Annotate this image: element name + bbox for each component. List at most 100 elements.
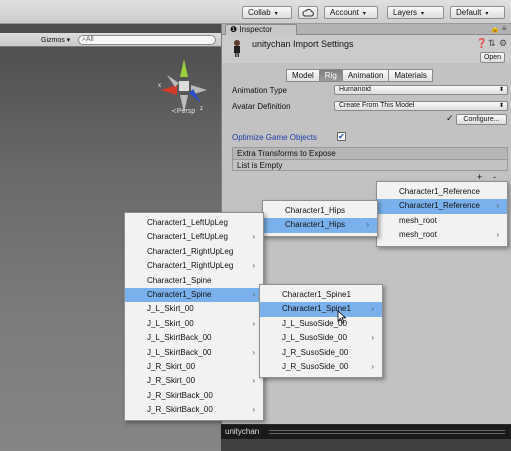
menu-item[interactable]: J_L_Skirt_00 ›: [125, 317, 263, 331]
tab-animation[interactable]: Animation: [341, 69, 390, 82]
menu-item[interactable]: J_R_SkirtBack_00 ›: [125, 403, 263, 417]
chevron-right-icon: ›: [252, 289, 255, 299]
layers-dropdown[interactable]: Layers ▾: [387, 6, 444, 19]
extra-transforms-header: Extra Transforms to Expose: [233, 148, 507, 160]
menu-item[interactable]: J_L_SusoSide_00 ›: [260, 331, 382, 345]
chevron-right-icon: ›: [496, 201, 499, 211]
chevron-right-icon: ›: [371, 333, 374, 343]
scene-search-input[interactable]: ⌕All: [78, 35, 216, 45]
avatar-definition-label: Avatar Definition: [232, 102, 291, 111]
menu-icon[interactable]: ≡: [502, 24, 507, 33]
menu-item-label: Character1_Spine: [147, 275, 212, 285]
menu-item[interactable]: J_L_Skirt_00: [125, 302, 263, 316]
cloud-button[interactable]: [298, 6, 318, 19]
menu-item-label: Character1_RightUpLeg: [147, 261, 234, 271]
tab-inspector[interactable]: ❶ Inspector: [225, 24, 297, 35]
chevron-right-icon: ›: [252, 347, 255, 357]
menu-item[interactable]: Character1_RightUpLeg: [125, 245, 263, 259]
preview-drag-handle[interactable]: [269, 430, 505, 434]
menu-item[interactable]: Character1_Spine1: [260, 288, 382, 302]
checkmark-icon: ✔: [338, 132, 345, 141]
spine1-menu: Character1_Spine1 Character1_Spine1 › J_L_S…: [259, 284, 383, 379]
inspector-header: unitychan Import Settings ❓ ⇅ ⚙ Open: [222, 35, 511, 63]
menu-item-label: Character1_Hips: [285, 206, 346, 215]
optimize-game-objects-checkbox[interactable]: ✔: [337, 132, 346, 141]
help-icon[interactable]: ❓: [476, 38, 487, 49]
layout-dropdown[interactable]: Default ▾: [450, 6, 505, 19]
import-tabs: Model Rig Animation Materials: [286, 69, 433, 82]
account-dropdown[interactable]: Account ▾: [324, 6, 378, 19]
chevron-right-icon: ›: [496, 230, 499, 240]
menu-item-label: J_R_Skirt_00: [147, 376, 196, 386]
preset-icon[interactable]: ⇅: [488, 38, 496, 49]
menu-item[interactable]: J_R_SkirtBack_00: [125, 389, 263, 403]
chevron-right-icon: ›: [252, 232, 255, 242]
menu-item[interactable]: Character1_Reference: [377, 185, 507, 199]
menu-item[interactable]: Character1_RightUpLeg ›: [125, 259, 263, 273]
tab-rig[interactable]: Rig: [318, 69, 343, 82]
persp-label[interactable]: ≺Persp: [171, 107, 195, 115]
menu-item-label: Character1_Reference: [399, 201, 480, 211]
menu-item[interactable]: J_L_SkirtBack_00: [125, 331, 263, 345]
menu-item[interactable]: Character1_Reference ›: [377, 199, 507, 214]
menu-item[interactable]: mesh_root ›: [377, 228, 507, 242]
gizmos-label: Gizmos: [41, 37, 65, 44]
menu-item[interactable]: mesh_root: [377, 214, 507, 228]
scene-toolbar: Gizmos ▾ ⌕All: [0, 33, 221, 47]
tab-materials[interactable]: Materials: [388, 69, 433, 82]
menu-item-label: J_R_SusoSide_00: [282, 361, 349, 371]
hips-menu: Character1_Hips Character1_Hips ›: [262, 200, 378, 237]
search-placeholder: All: [85, 36, 94, 43]
chevron-right-icon: ›: [371, 361, 374, 371]
tab-model[interactable]: Model: [286, 69, 320, 82]
avatar-definition-dropdown[interactable]: Create From This Model ⬍: [334, 101, 508, 111]
menu-item-label: J_R_Skirt_00: [147, 361, 196, 371]
chevron-down-icon: ▾: [485, 11, 489, 17]
menu-item[interactable]: Character1_Spine ›: [125, 287, 263, 303]
persp-text: Persp: [176, 108, 196, 115]
menu-item-label: J_L_Skirt_00: [147, 304, 194, 314]
menu-item[interactable]: J_R_SusoSide_00 ›: [260, 360, 382, 374]
collab-button[interactable]: Collab ▾: [242, 6, 292, 19]
gear-icon[interactable]: ⚙: [499, 38, 507, 49]
menu-item-label: Character1_LeftUpLeg: [147, 232, 228, 242]
menu-item-label: mesh_root: [399, 230, 437, 240]
menu-item[interactable]: J_L_SkirtBack_00 ›: [125, 346, 263, 360]
preview-header: unitychan: [221, 425, 511, 439]
reference-menu: Character1_Reference Character1_Reference…: [376, 181, 508, 247]
menu-item-label: Character1_LeftUpLeg: [147, 218, 228, 227]
chevron-down-icon: ▾: [421, 11, 425, 17]
menu-item[interactable]: Character1_LeftUpLeg ›: [125, 230, 263, 244]
menu-item[interactable]: Character1_Hips ›: [263, 218, 377, 233]
menu-item[interactable]: J_R_Skirt_00: [125, 360, 263, 374]
chevron-right-icon: ›: [252, 318, 255, 328]
chevron-down-icon: ▾: [362, 11, 366, 17]
menu-item-label: Character1_RightUpLeg: [147, 246, 234, 256]
menu-item[interactable]: J_R_Skirt_00 ›: [125, 374, 263, 388]
account-label: Account: [330, 8, 359, 17]
menu-item[interactable]: Character1_Hips: [263, 204, 377, 218]
gizmos-dropdown[interactable]: Gizmos ▾: [41, 36, 70, 44]
menu-item-label: Character1_Reference: [399, 187, 480, 196]
open-button[interactable]: Open: [480, 52, 505, 63]
animation-type-label: Animation Type: [232, 86, 287, 95]
optimize-game-objects-label: Optimize Game Objects: [232, 133, 317, 142]
chevron-right-icon: ›: [371, 304, 374, 314]
main-toolbar: Collab ▾ Account ▾ Layers ▾ Default ▾: [0, 0, 511, 24]
menu-item[interactable]: Character1_LeftUpLeg: [125, 216, 263, 230]
check-icon: ✓: [446, 113, 454, 123]
menu-item[interactable]: J_L_SusoSide_00: [260, 317, 382, 331]
animation-type-dropdown[interactable]: Humanoid ⬍: [334, 85, 508, 95]
layout-label: Default: [456, 8, 482, 17]
menu-item[interactable]: Character1_Spine1 ›: [260, 302, 382, 317]
menu-item-label: J_R_SusoSide_00: [282, 347, 349, 357]
lock-icon[interactable]: 🔒: [490, 24, 500, 33]
menu-item-label: J_L_Skirt_00: [147, 318, 194, 328]
collab-label: Collab: [248, 8, 271, 17]
menu-item-label: J_R_SkirtBack_00: [147, 405, 213, 415]
configure-button[interactable]: Configure...: [456, 114, 507, 125]
model-asset-icon: [234, 40, 240, 57]
menu-item[interactable]: Character1_Spine: [125, 274, 263, 288]
chevron-right-icon: ›: [252, 261, 255, 271]
menu-item[interactable]: J_R_SusoSide_00: [260, 346, 382, 360]
